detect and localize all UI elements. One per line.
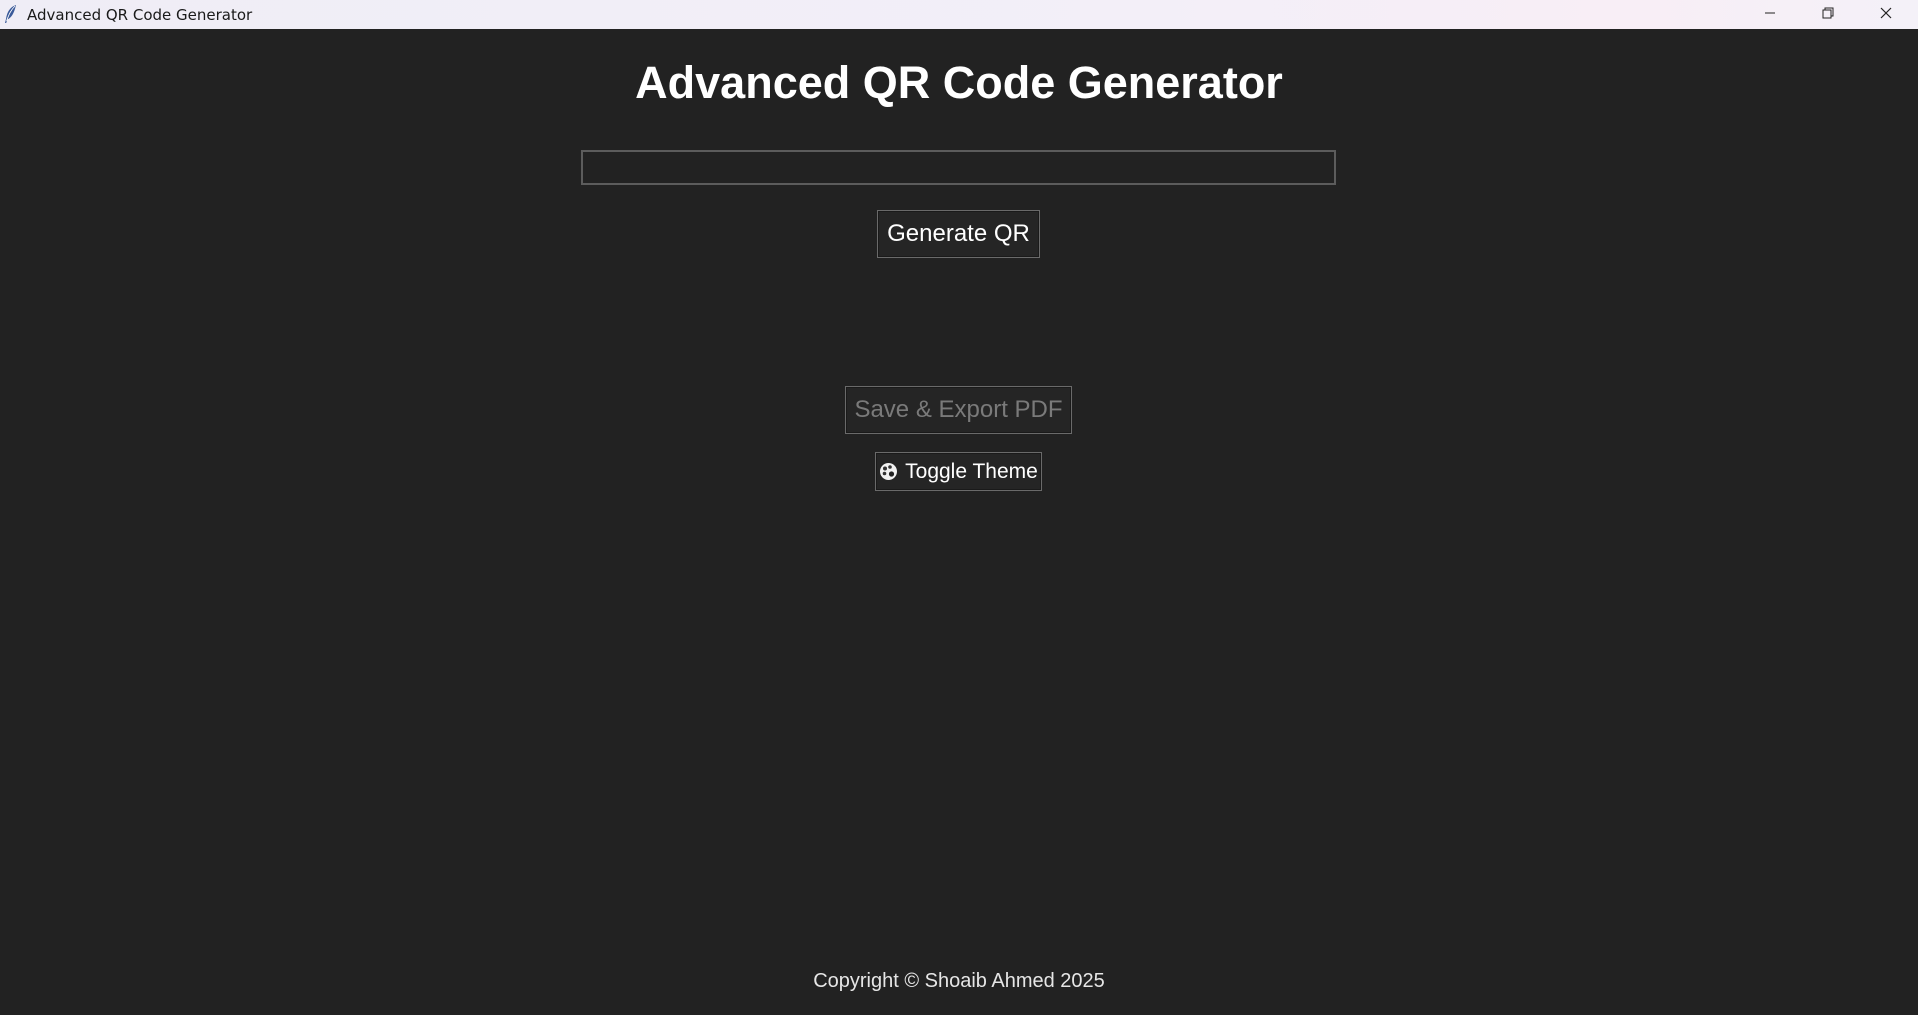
feather-icon <box>3 4 19 24</box>
copyright-footer: Copyright © Shoaib Ahmed 2025 <box>813 970 1105 992</box>
generate-qr-button[interactable]: Generate QR <box>877 210 1040 258</box>
close-button[interactable] <box>1857 0 1915 29</box>
app-main: Advanced QR Code Generator Generate QR S… <box>0 29 1918 1015</box>
maximize-button[interactable] <box>1799 0 1857 29</box>
palette-icon <box>879 462 898 481</box>
restore-icon <box>1822 6 1834 24</box>
toggle-theme-label: Toggle Theme <box>905 459 1038 483</box>
window-title: Advanced QR Code Generator <box>27 6 253 24</box>
close-icon <box>1880 6 1892 24</box>
page-title: Advanced QR Code Generator <box>635 57 1283 108</box>
qr-data-input[interactable] <box>581 150 1336 185</box>
minimize-button[interactable] <box>1741 0 1799 29</box>
generate-qr-label: Generate QR <box>887 220 1030 247</box>
toggle-theme-button[interactable]: Toggle Theme <box>875 452 1042 491</box>
window-titlebar: Advanced QR Code Generator <box>0 0 1918 29</box>
save-export-pdf-button[interactable]: Save & Export PDF <box>845 386 1072 434</box>
save-export-pdf-label: Save & Export PDF <box>854 396 1063 423</box>
minimize-icon <box>1764 6 1776 24</box>
